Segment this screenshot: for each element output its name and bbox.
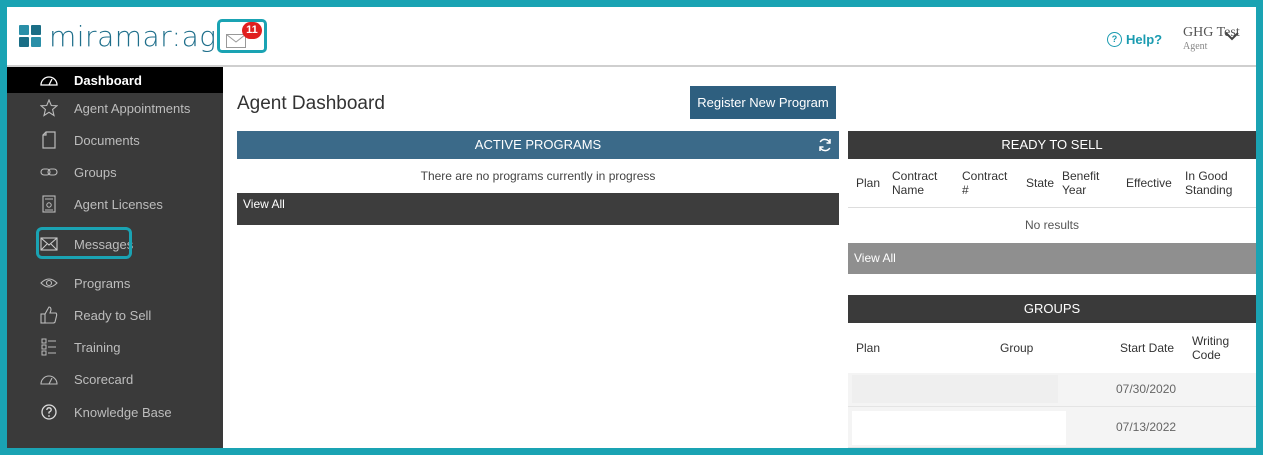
messages-button[interactable]: 11 <box>217 19 267 53</box>
register-new-program-button[interactable]: Register New Program <box>690 86 836 119</box>
page-title: Agent Dashboard <box>237 93 385 114</box>
top-header: miramar:agent 11 ? Help? GHG Test Agent <box>7 7 1256 67</box>
ready-to-sell-header: READY TO SELL <box>848 131 1256 159</box>
sidebar-item-label: Ready to Sell <box>74 307 152 323</box>
sidebar-item-scorecard[interactable]: Scorecard <box>7 365 223 393</box>
column-header-contract-name[interactable]: Contract Name <box>892 159 942 207</box>
gauge-icon <box>39 70 59 90</box>
sidebar-item-label: Scorecard <box>74 371 134 387</box>
sidebar-item-training[interactable]: Training <box>7 333 223 361</box>
gauge-icon <box>39 369 59 389</box>
sidebar-item-label: Groups <box>74 164 117 180</box>
document-icon <box>39 130 59 150</box>
table-row[interactable]: 07/30/2020 <box>848 373 1256 407</box>
sidebar-item-label: Dashboard <box>74 72 142 88</box>
ready-to-sell-view-all-link[interactable]: View All <box>848 243 1256 274</box>
active-programs-title: ACTIVE PROGRAMS <box>474 137 602 152</box>
active-programs-empty-message: There are no programs currently in progr… <box>237 159 839 194</box>
sidebar-item-groups[interactable]: Groups <box>7 158 223 186</box>
sidebar-item-knowledge-base[interactable]: Knowledge Base <box>7 398 223 426</box>
thumbs-up-icon <box>39 305 59 325</box>
column-header-group[interactable]: Group <box>1000 323 1033 373</box>
help-label: Help? <box>1126 32 1163 47</box>
list-icon <box>39 337 59 357</box>
sidebar-item-agent-licenses[interactable]: Agent Licenses <box>7 190 223 218</box>
active-programs-header: ACTIVE PROGRAMS <box>237 131 839 159</box>
star-icon <box>39 98 59 118</box>
table-row[interactable]: 07/13/2022 <box>848 407 1256 448</box>
column-header-writing-code[interactable]: Writing Code <box>1192 323 1242 373</box>
help-link[interactable]: ? Help? <box>1107 32 1162 47</box>
column-header-plan[interactable]: Plan <box>856 323 880 373</box>
ready-to-sell-column-headers: Plan Contract Name Contract # State Bene… <box>848 159 1256 208</box>
column-header-benefit-year[interactable]: Benefit Year <box>1062 159 1106 207</box>
sidebar-item-programs[interactable]: Programs <box>7 269 223 297</box>
chevron-down-icon[interactable] <box>1225 31 1239 41</box>
start-date-cell: 07/13/2022 <box>1116 420 1177 434</box>
active-programs-view-all-link[interactable]: View All <box>237 193 839 225</box>
sidebar-item-label: Documents <box>74 132 140 148</box>
column-header-contract-number[interactable]: Contract # <box>962 159 1007 207</box>
column-header-plan[interactable]: Plan <box>856 159 880 207</box>
column-header-start-date[interactable]: Start Date <box>1120 323 1174 373</box>
license-icon <box>39 194 59 214</box>
column-header-state[interactable]: State <box>1026 159 1054 207</box>
sidebar-item-label: Agent Licenses <box>74 196 163 212</box>
sidebar-item-ready-to-sell[interactable]: Ready to Sell <box>7 301 223 329</box>
column-header-effective[interactable]: Effective <box>1126 159 1172 207</box>
start-date-cell: 07/30/2020 <box>1116 382 1177 396</box>
sidebar-item-label: Agent Appointments <box>74 100 191 116</box>
sidebar-item-label: Programs <box>74 275 131 291</box>
help-circle-icon: ? <box>1107 32 1122 47</box>
sidebar: Dashboard Agent Appointments Documents G… <box>7 67 223 448</box>
eye-icon <box>39 273 59 293</box>
groups-header: GROUPS <box>848 295 1256 323</box>
user-role: Agent <box>1183 41 1208 52</box>
sidebar-item-label: Knowledge Base <box>74 404 172 420</box>
column-header-in-good-standing[interactable]: In Good Standing <box>1185 159 1251 207</box>
redacted-cell <box>852 411 1066 445</box>
logo-mark-icon <box>19 25 41 47</box>
sidebar-item-documents[interactable]: Documents <box>7 126 223 154</box>
unread-count-badge: 11 <box>242 22 262 39</box>
app-frame: miramar:agent 11 ? Help? GHG Test Agent … <box>7 7 1256 448</box>
messages-highlight-outline <box>36 227 132 259</box>
refresh-icon[interactable] <box>817 137 833 153</box>
groups-column-headers: Plan Group Start Date Writing Code <box>848 323 1256 374</box>
sidebar-item-label: Training <box>74 339 121 355</box>
link-icon <box>39 162 59 182</box>
redacted-cell <box>852 375 1058 403</box>
sidebar-item-agent-appointments[interactable]: Agent Appointments <box>7 94 223 122</box>
sidebar-item-dashboard[interactable]: Dashboard <box>7 67 223 93</box>
envelope-icon <box>226 34 246 48</box>
question-circle-icon <box>39 402 59 422</box>
logo-text-main: miramar: <box>49 19 182 53</box>
ready-to-sell-empty-message: No results <box>1024 218 1080 232</box>
